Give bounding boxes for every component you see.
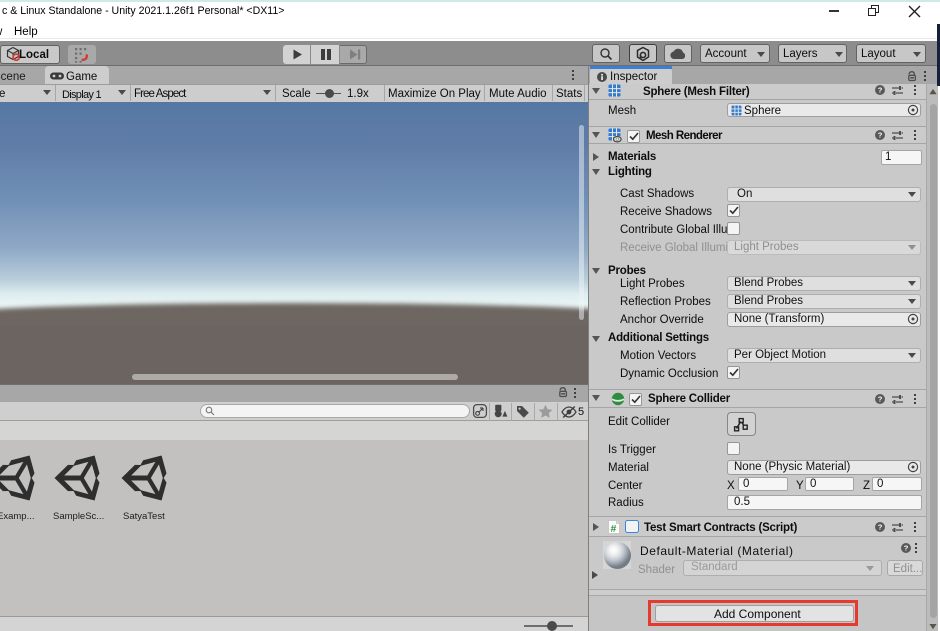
- svg-text:?: ?: [878, 395, 883, 404]
- svg-text:?: ?: [878, 86, 883, 95]
- svg-text:?: ?: [878, 523, 883, 532]
- svg-text:?: ?: [904, 544, 909, 553]
- svg-text:?: ?: [878, 131, 883, 140]
